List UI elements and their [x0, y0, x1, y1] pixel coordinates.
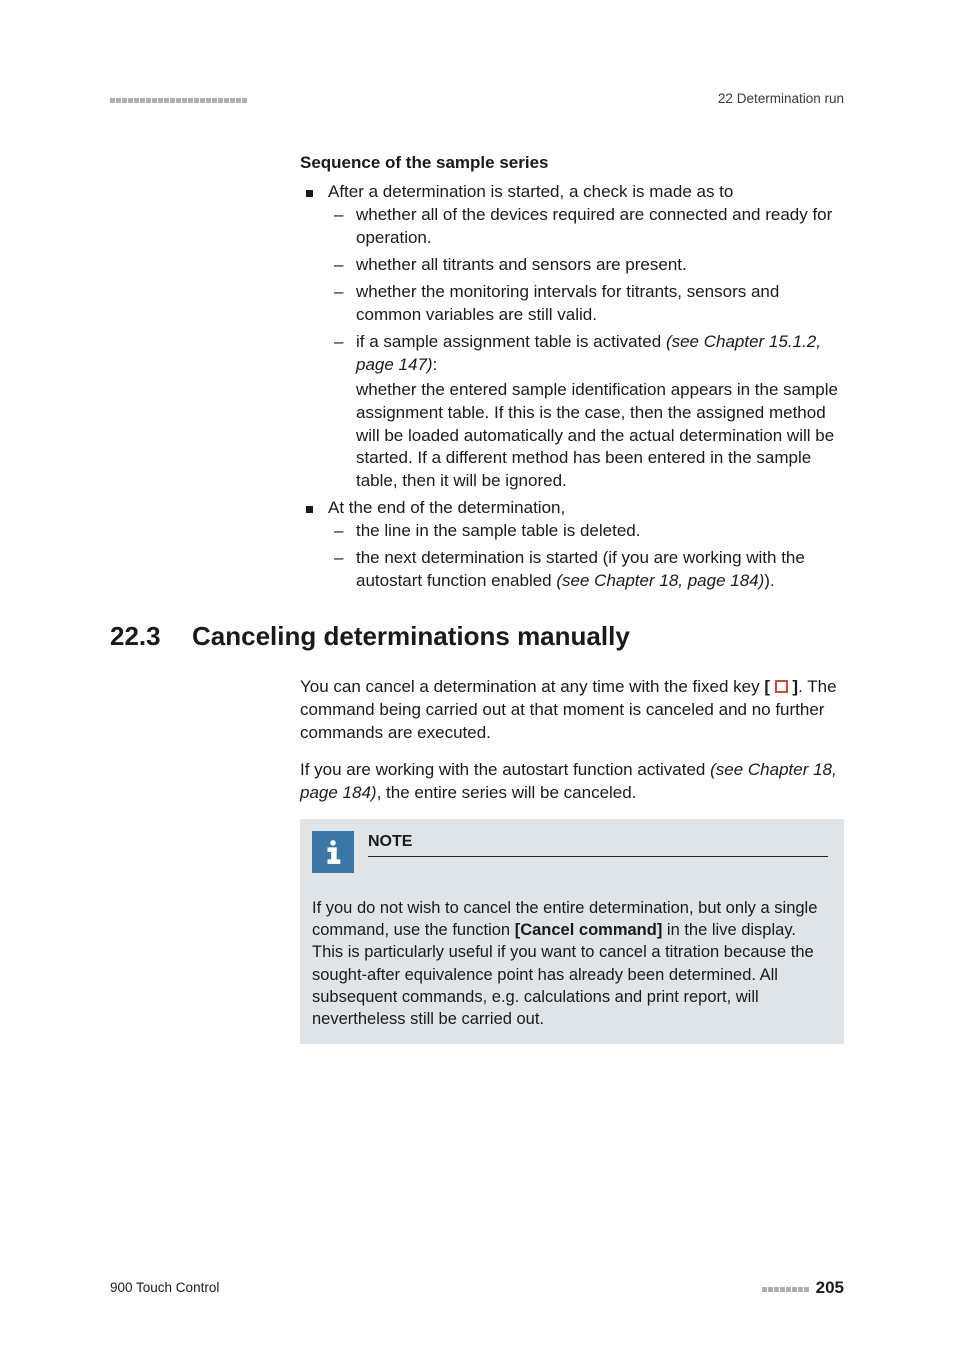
- dash-text-b: ).: [764, 571, 774, 590]
- footer-product-name: 900 Touch Control: [110, 1279, 219, 1297]
- p2-text-a: If you are working with the autostart fu…: [300, 760, 710, 779]
- bullet-text: After a determination is started, a chec…: [328, 182, 733, 201]
- info-icon: [312, 831, 354, 873]
- sample-series-heading: Sequence of the sample series: [300, 152, 844, 175]
- list-item: if a sample assignment table is activate…: [328, 331, 844, 494]
- dash-text-a: if a sample assignment table is activate…: [356, 332, 666, 351]
- section-body: You can cancel a determination at any ti…: [300, 676, 844, 1044]
- bullet-text: At the end of the determination,: [328, 498, 565, 517]
- p2-text-b: , the entire series will be canceled.: [377, 783, 637, 802]
- sublist: whether all of the devices required are …: [328, 204, 844, 493]
- section-number: 22.3: [110, 619, 192, 654]
- list-item: the next determination is started (if yo…: [328, 547, 844, 593]
- sample-series-list: After a determination is started, a chec…: [300, 181, 844, 593]
- header-section-label: 22 Determination run: [718, 90, 844, 108]
- stop-key-icon: [775, 680, 788, 693]
- key-bracket-close: ]: [788, 677, 798, 696]
- p1-text-a: You can cancel a determination at any ti…: [300, 677, 764, 696]
- list-item: After a determination is started, a chec…: [300, 181, 844, 493]
- list-item: whether the monitoring intervals for tit…: [328, 281, 844, 327]
- list-item: whether all titrants and sensors are pre…: [328, 254, 844, 277]
- list-item: whether all of the devices required are …: [328, 204, 844, 250]
- paragraph-cancel-intro: You can cancel a determination at any ti…: [300, 676, 844, 745]
- note-title-wrap: NOTE: [368, 831, 828, 858]
- section-heading: 22.3 Canceling determinations manually: [110, 619, 844, 654]
- sublist: the line in the sample table is deleted.…: [328, 520, 844, 593]
- cross-reference: (see Chapter 18, page 184): [556, 571, 764, 590]
- page-number: 205: [816, 1277, 844, 1300]
- dash-text: whether all of the devices required are …: [356, 205, 832, 247]
- dash-text: whether all titrants and sensors are pre…: [356, 255, 687, 274]
- key-bracket-open: [: [764, 677, 774, 696]
- footer-right: 205: [762, 1277, 844, 1300]
- list-item: At the end of the determination, the lin…: [300, 497, 844, 593]
- cancel-command-label: [Cancel command]: [515, 921, 663, 939]
- page-header: 22 Determination run: [110, 90, 844, 108]
- paragraph-autostart: If you are working with the autostart fu…: [300, 759, 844, 805]
- colon: :: [433, 355, 438, 374]
- dash-text: whether the monitoring intervals for tit…: [356, 282, 779, 324]
- dash-text: the line in the sample table is deleted.: [356, 521, 640, 540]
- note-body: If you do not wish to cancel the entire …: [312, 897, 828, 1031]
- section-title: Canceling determinations manually: [192, 619, 630, 654]
- note-box: NOTE If you do not wish to cancel the en…: [300, 819, 844, 1045]
- header-ornament-left: [110, 90, 248, 108]
- list-item: the line in the sample table is deleted.: [328, 520, 844, 543]
- note-title: NOTE: [368, 831, 828, 858]
- dash-text-b: whether the entered sample identificatio…: [356, 379, 844, 494]
- note-header: NOTE: [312, 831, 828, 873]
- footer-ornament: [762, 1279, 810, 1297]
- main-content: Sequence of the sample series After a de…: [300, 152, 844, 593]
- page-footer: 900 Touch Control 205: [110, 1277, 844, 1300]
